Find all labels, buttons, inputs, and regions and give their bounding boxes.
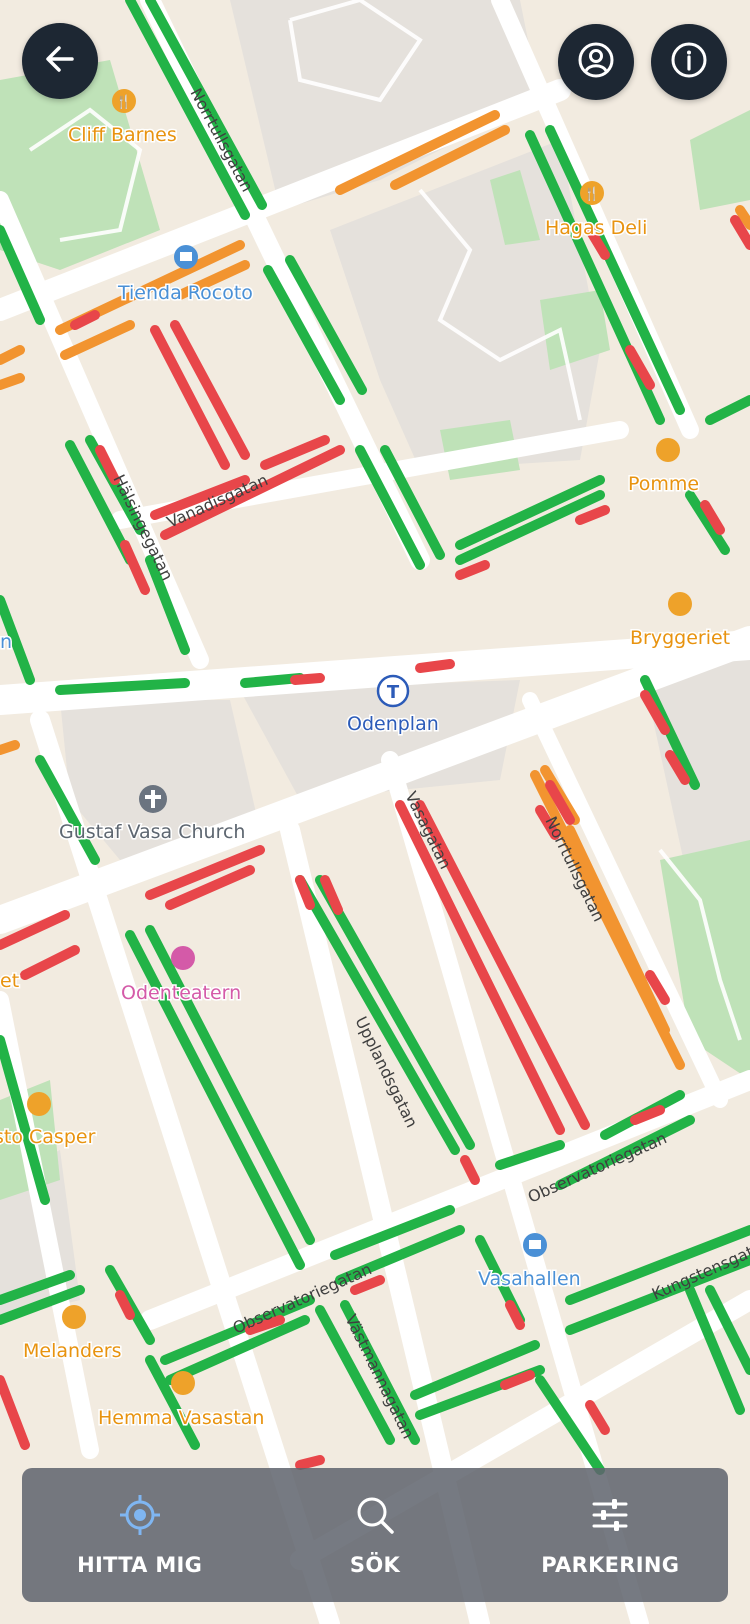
poi-label[interactable]: Gustaf Vasa Church [58,820,247,845]
restaurant-icon [62,1305,86,1329]
locate-icon [118,1493,162,1541]
poi-label[interactable]: Hagas Deli [544,216,649,241]
poi-label[interactable]: Cliff Barnes [67,123,179,148]
find-me-label: HITTA MIG [77,1553,203,1577]
find-me-button[interactable]: HITTA MIG [40,1493,240,1577]
bottom-nav: HITTA MIG SÖK PARKERING [22,1468,728,1602]
account-button[interactable] [558,24,634,100]
restaurant-icon: 🍴 [580,181,604,205]
metro-icon: T [376,674,410,708]
edge-label: n [0,631,12,653]
poi-label[interactable]: Tienda Rocoto [116,281,255,306]
poi-label[interactable]: Melanders [22,1339,124,1364]
search-icon [353,1493,397,1541]
theatre-icon [171,946,195,970]
parking-button[interactable]: PARKERING [510,1493,710,1577]
edge-label: et [0,970,19,992]
poi-label[interactable]: Odenplan [346,712,441,737]
poi-label[interactable]: Hemma Vasastan [97,1406,266,1431]
shop-icon [523,1233,547,1257]
search-label: SÖK [349,1553,401,1577]
search-button[interactable]: SÖK [275,1493,475,1577]
parking-label: PARKERING [541,1553,680,1577]
restaurant-icon [656,438,680,462]
svg-text:T: T [387,682,400,703]
svg-text:🍴: 🍴 [116,94,132,110]
map-canvas[interactable]: 🍴 🍴 T Cliff Barnes Hagas Deli Tienda Roc… [0,0,750,1624]
poi-label[interactable]: Odenteatern [120,981,243,1006]
poi-label[interactable]: sto Casper [0,1125,97,1150]
sliders-icon [588,1493,632,1541]
poi-label[interactable]: Pomme [627,472,701,497]
restaurant-icon [668,592,692,616]
svg-text:🍴: 🍴 [584,186,600,202]
info-button[interactable] [651,24,727,100]
user-icon [576,40,616,84]
poi-label[interactable]: Bryggeriet [629,626,732,651]
back-button[interactable] [22,23,98,99]
restaurant-icon: 🍴 [112,89,136,113]
arrow-left-icon [40,39,80,83]
shop-icon [174,245,198,269]
restaurant-icon [171,1371,195,1395]
poi-label[interactable]: Vasahallen [477,1267,583,1292]
church-icon [139,785,167,813]
info-icon [669,40,709,84]
restaurant-icon [27,1092,51,1116]
